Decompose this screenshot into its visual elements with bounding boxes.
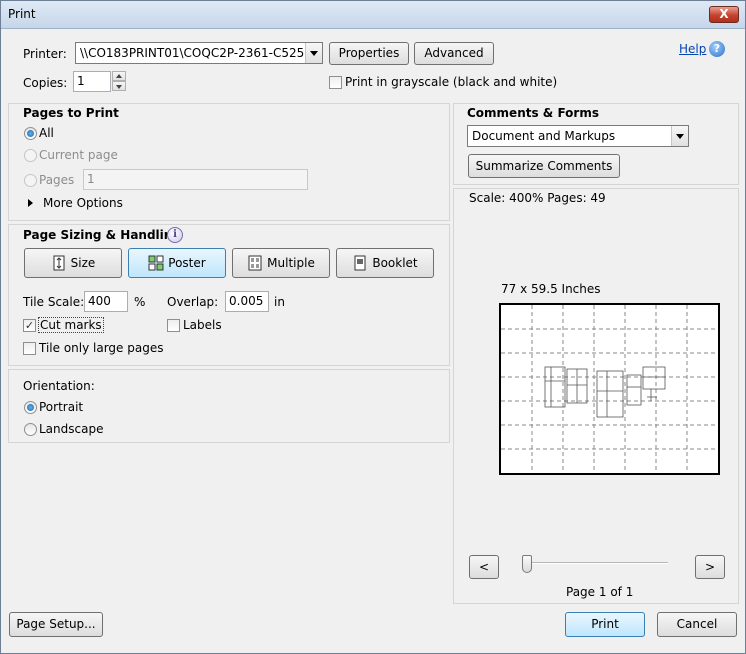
advanced-button[interactable]: Advanced (414, 42, 494, 65)
pages-to-print-heading: Pages to Print (23, 106, 119, 120)
page-setup-button[interactable]: Page Setup... (9, 612, 103, 637)
printer-label: Printer: (23, 47, 67, 61)
copies-input[interactable]: 1 (73, 71, 111, 92)
size-button-label: Size (70, 256, 96, 270)
expand-triangle-icon[interactable] (28, 199, 33, 207)
orientation-panel: Orientation: Portrait Landscape (8, 369, 450, 443)
poster-button-label: Poster (168, 256, 206, 270)
overlap-label: Overlap: (167, 295, 219, 309)
booklet-icon (354, 255, 366, 271)
next-page-button[interactable]: > (695, 555, 725, 579)
window-title: Print (8, 7, 36, 21)
tile-scale-input[interactable]: 400 (84, 291, 128, 312)
multiple-button[interactable]: Multiple (232, 248, 330, 278)
help-link[interactable]: Help (679, 42, 706, 56)
multiple-button-label: Multiple (267, 256, 315, 270)
comments-forms-panel: Comments & Forms Document and Markups Su… (453, 103, 739, 185)
printer-select[interactable]: \\CO183PRINT01\COQC2P-2361-C5250 (75, 42, 323, 64)
poster-tile-grid (501, 305, 718, 473)
page-preview (499, 303, 720, 475)
landscape-radio[interactable] (24, 423, 37, 436)
page-sizing-panel: Page Sizing & Handling i Size Poster Mul… (8, 224, 450, 366)
printer-select-value: \\CO183PRINT01\COQC2P-2361-C5250 (80, 46, 312, 60)
grayscale-checkbox[interactable] (329, 76, 342, 89)
labels-checkbox[interactable] (167, 319, 180, 332)
tile-large-pages-checkbox[interactable] (23, 342, 36, 355)
scale-pages-text: Scale: 400% Pages: 49 (469, 191, 606, 205)
help-icon[interactable]: ? (709, 41, 725, 57)
comments-forms-select-value: Document and Markups (472, 129, 616, 143)
page-slider-track[interactable] (524, 562, 668, 564)
pages-to-print-panel: Pages to Print All Current page Pages 1 … (8, 103, 450, 221)
pages-range-label: Pages (39, 173, 75, 187)
cut-marks-label: Cut marks (38, 317, 104, 333)
orientation-heading: Orientation: (23, 379, 95, 393)
spin-down-icon[interactable] (112, 81, 126, 91)
tile-scale-unit: % (134, 295, 146, 309)
current-page-label: Current page (39, 148, 118, 162)
copies-spinner[interactable] (112, 71, 126, 92)
properties-button[interactable]: Properties (329, 42, 409, 65)
page-indicator: Page 1 of 1 (566, 585, 634, 599)
current-page-radio[interactable] (24, 149, 37, 162)
portrait-radio[interactable] (24, 401, 37, 414)
chevron-down-icon[interactable] (671, 126, 688, 146)
size-icon (53, 255, 65, 271)
overlap-input[interactable]: 0.005 (225, 291, 269, 312)
summarize-comments-button[interactable]: Summarize Comments (468, 154, 620, 178)
printer-panel: Printer: \\CO183PRINT01\COQC2P-2361-C525… (8, 36, 739, 100)
grayscale-label: Print in grayscale (black and white) (345, 75, 558, 89)
spin-up-icon[interactable] (112, 71, 126, 81)
more-options-toggle[interactable]: More Options (43, 196, 123, 210)
preview-size-text: 77 x 59.5 Inches (501, 282, 601, 296)
print-dialog: Print X Printer: \\CO183PRINT01\COQC2P-2… (0, 0, 746, 654)
all-pages-radio[interactable] (24, 127, 37, 140)
tile-large-pages-label: Tile only large pages (39, 341, 164, 355)
title-bar[interactable]: Print X (1, 1, 745, 29)
cut-marks-checkbox[interactable]: ✓ (23, 319, 36, 332)
page-slider-thumb[interactable] (522, 555, 532, 573)
close-button[interactable]: X (709, 6, 739, 23)
size-button[interactable]: Size (24, 248, 122, 278)
booklet-button[interactable]: Booklet (336, 248, 434, 278)
landscape-label: Landscape (39, 422, 104, 436)
overlap-unit: in (274, 295, 285, 309)
portrait-label: Portrait (39, 400, 84, 414)
poster-button[interactable]: Poster (128, 248, 226, 278)
print-button[interactable]: Print (565, 612, 645, 637)
pages-range-input[interactable]: 1 (83, 169, 308, 190)
preview-panel: Scale: 400% Pages: 49 77 x 59.5 Inches <… (453, 188, 739, 604)
all-pages-label: All (39, 126, 54, 140)
poster-icon (148, 255, 164, 271)
cancel-button[interactable]: Cancel (657, 612, 737, 637)
previous-page-button[interactable]: < (469, 555, 499, 579)
comments-forms-heading: Comments & Forms (467, 106, 599, 120)
page-sizing-heading: Page Sizing & Handling (23, 228, 181, 242)
chevron-down-icon[interactable] (305, 43, 322, 63)
comments-forms-select[interactable]: Document and Markups (467, 125, 689, 147)
info-icon[interactable]: i (167, 227, 183, 243)
tile-scale-label: Tile Scale: (23, 295, 85, 309)
booklet-button-label: Booklet (372, 256, 418, 270)
copies-label: Copies: (23, 76, 68, 90)
pages-range-radio[interactable] (24, 174, 37, 187)
multiple-icon (248, 255, 262, 271)
labels-label: Labels (183, 318, 222, 332)
